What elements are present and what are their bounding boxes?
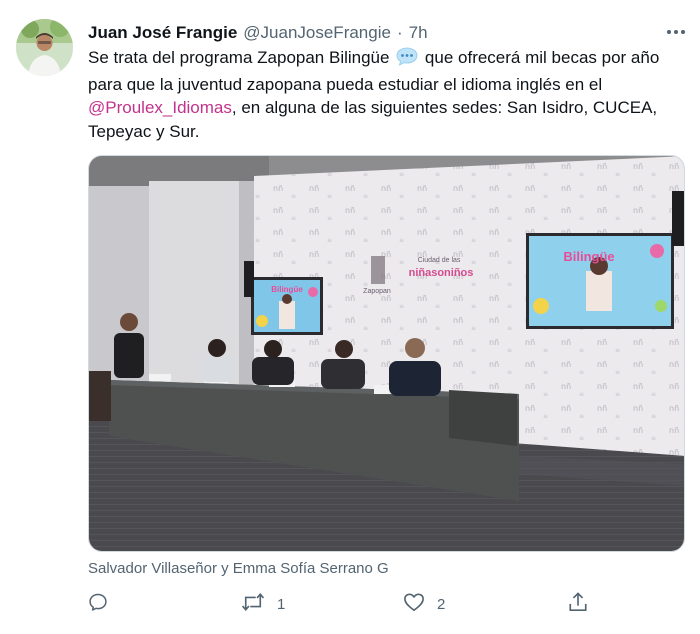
tweet-photo[interactable]: nñ ≡ [88,155,685,552]
share-icon [568,591,588,617]
author-name[interactable]: Juan José Frangie [88,23,237,43]
reply-button[interactable] [88,590,120,618]
reply-icon [88,592,108,616]
heart-icon [403,592,425,616]
retweet-button[interactable]: 1 [241,590,285,618]
tweet-text: Se trata del programa Zapopan Bilingüe q… [88,46,688,143]
right-screen-title: Bilingüe [563,249,614,264]
avatar[interactable] [16,19,73,76]
mention-link[interactable]: @Proulex_Idiomas [88,98,232,117]
share-button[interactable] [568,590,588,618]
banner-text2: niñasoniños [409,267,474,279]
photo-caption: Salvador Villaseñor y Emma Sofía Serrano… [88,560,389,577]
left-screen-title: Bilingüe [271,285,303,294]
separator: · [396,23,403,42]
retweet-count: 1 [277,595,286,613]
like-button[interactable]: 2 [403,590,445,618]
more-icon[interactable] [664,22,688,42]
banner-logo-text: Zapopan [363,288,391,295]
speech-balloon-icon [396,47,418,73]
banner-text: Ciudad de las [418,257,461,264]
author-handle[interactable]: @JuanJoseFrangie [243,23,391,43]
timestamp[interactable]: 7h [409,23,428,43]
tweet: Juan José Frangie @JuanJoseFrangie · 7h … [0,0,700,634]
tweet-actions: 1 2 [88,590,688,618]
tweet-text-part1: Se trata del programa Zapopan Bilingüe [88,48,390,67]
tweet-header: Juan José Frangie @JuanJoseFrangie · 7h [88,22,428,44]
like-count: 2 [437,595,446,613]
press-conference-photo: nñ ≡ [89,156,684,551]
retweet-icon [241,592,265,616]
